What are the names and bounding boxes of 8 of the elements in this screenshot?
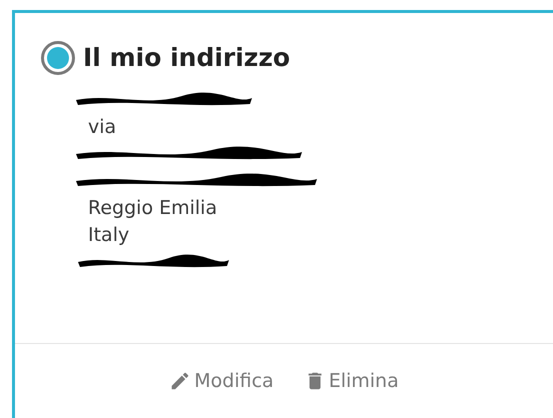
pencil-icon: [169, 370, 192, 392]
edit-link[interactable]: Modifica: [169, 366, 274, 396]
address-line: Italy: [88, 223, 130, 248]
address-line: via: [88, 115, 116, 140]
address-line: Reggio Emilia: [88, 196, 218, 221]
address-title: Il mio indirizzo: [83, 43, 290, 73]
radio-button[interactable]: [41, 41, 75, 75]
delete-link[interactable]: Elimina: [304, 366, 399, 396]
